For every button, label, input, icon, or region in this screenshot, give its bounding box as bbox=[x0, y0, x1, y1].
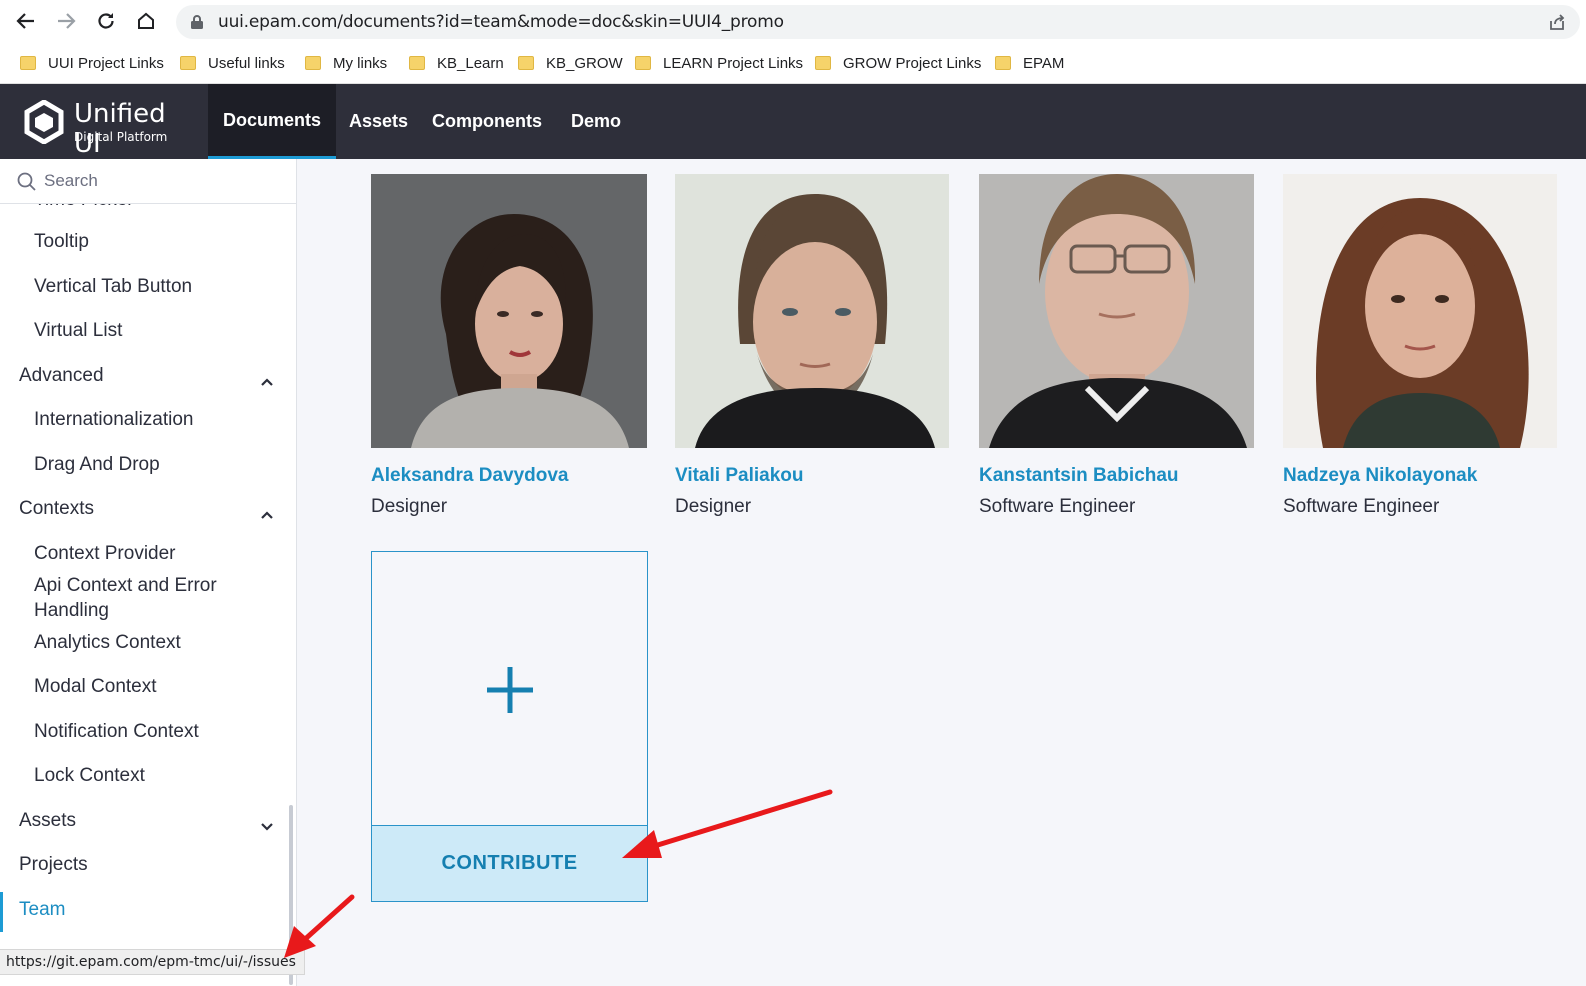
sidebar-group-label: Contexts bbox=[19, 498, 94, 519]
back-icon[interactable] bbox=[14, 9, 38, 33]
member-role: Designer bbox=[675, 496, 752, 517]
app-header: Unified UI Digital Platform Documents As… bbox=[0, 84, 1586, 159]
team-member-card: Nadzeya Nikolayonak Software Engineer bbox=[1283, 174, 1559, 517]
team-member-card: Vitali Paliakou Designer bbox=[675, 174, 951, 517]
sidebar-item-internationalization[interactable]: Internationalization bbox=[0, 409, 296, 431]
tab-documents[interactable]: Documents bbox=[208, 84, 337, 159]
search-box bbox=[0, 159, 296, 204]
member-role: Designer bbox=[371, 496, 448, 517]
member-photo bbox=[1283, 174, 1559, 448]
sidebar-item-virtual-list[interactable]: Virtual List bbox=[0, 320, 296, 342]
sidebar-item-lock-context[interactable]: Lock Context bbox=[0, 765, 296, 787]
sidebar-group-advanced[interactable]: Advanced bbox=[0, 365, 296, 387]
sidebar-item-tooltip[interactable]: Tooltip bbox=[0, 231, 296, 253]
member-name[interactable]: Aleksandra Davydova bbox=[371, 465, 569, 487]
address-bar[interactable]: uui.epam.com/documents?id=team&mode=doc&… bbox=[176, 5, 1580, 39]
folder-icon bbox=[815, 56, 831, 70]
sidebar-item-api-context[interactable]: Api Context and Error bbox=[0, 575, 296, 597]
folder-icon bbox=[305, 56, 321, 70]
contribute-card[interactable]: CONTRIBUTE bbox=[371, 551, 648, 902]
status-bar-url: https://git.epam.com/epm-tmc/ui/-/issues bbox=[0, 949, 305, 975]
reload-icon[interactable] bbox=[94, 9, 118, 33]
sidebar-item-notification-context[interactable]: Notification Context bbox=[0, 721, 296, 743]
member-photo bbox=[979, 174, 1255, 448]
bookmark-useful-links[interactable]: Useful links bbox=[180, 53, 285, 73]
sidebar-group-label: Advanced bbox=[19, 365, 104, 386]
chevron-down-icon[interactable] bbox=[260, 816, 274, 838]
member-role: Software Engineer bbox=[1283, 496, 1440, 517]
plus-icon[interactable] bbox=[485, 665, 535, 720]
sidebar-item-analytics-context[interactable]: Analytics Context bbox=[0, 632, 296, 654]
bookmarks-bar: UUI Project Links Useful links My links … bbox=[0, 42, 1586, 84]
folder-icon bbox=[180, 56, 196, 70]
sidebar-group-label: Assets bbox=[19, 810, 77, 831]
member-photo bbox=[675, 174, 951, 448]
bookmark-my-links[interactable]: My links bbox=[305, 53, 387, 73]
bookmark-learn-project-links[interactable]: LEARN Project Links bbox=[635, 53, 803, 73]
bookmark-uui-project-links[interactable]: UUI Project Links bbox=[20, 53, 164, 73]
contribute-button[interactable]: CONTRIBUTE bbox=[372, 825, 647, 901]
browser-toolbar: uui.epam.com/documents?id=team&mode=doc&… bbox=[0, 0, 1586, 42]
team-member-card: Aleksandra Davydova Designer bbox=[371, 174, 647, 517]
sidebar-group-contexts[interactable]: Contexts bbox=[0, 498, 296, 520]
chevron-up-icon[interactable] bbox=[260, 504, 274, 526]
sidebar-item-api-context-line2[interactable]: Handling bbox=[0, 600, 296, 622]
folder-icon bbox=[518, 56, 534, 70]
member-photo bbox=[371, 174, 647, 448]
chevron-up-icon[interactable] bbox=[260, 371, 274, 393]
tab-components[interactable]: Components bbox=[417, 84, 557, 159]
member-name[interactable]: Nadzeya Nikolayonak bbox=[1283, 465, 1477, 487]
tab-demo[interactable]: Demo bbox=[556, 84, 636, 159]
logo-icon bbox=[24, 100, 64, 144]
folder-icon bbox=[635, 56, 651, 70]
team-member-card: Kanstantsin Babichau Software Engineer bbox=[979, 174, 1255, 517]
sidebar-item-projects[interactable]: Projects bbox=[0, 854, 296, 876]
bookmark-grow-project-links[interactable]: GROW Project Links bbox=[815, 53, 981, 73]
lock-icon[interactable] bbox=[190, 14, 204, 35]
share-icon[interactable] bbox=[1548, 13, 1566, 36]
home-icon[interactable] bbox=[134, 9, 158, 33]
bookmark-epam[interactable]: EPAM bbox=[995, 53, 1064, 73]
member-name[interactable]: Vitali Paliakou bbox=[675, 465, 803, 487]
member-role: Software Engineer bbox=[979, 496, 1136, 517]
logo[interactable]: Unified UI Digital Platform bbox=[24, 98, 194, 159]
bookmark-kb-learn[interactable]: KB_Learn bbox=[409, 53, 504, 73]
sidebar-item-modal-context[interactable]: Modal Context bbox=[0, 676, 296, 698]
forward-icon[interactable] bbox=[54, 9, 78, 33]
sidebar-item-drag-and-drop[interactable]: Drag And Drop bbox=[0, 454, 296, 476]
folder-icon bbox=[20, 56, 36, 70]
sidebar: Time Picker Tooltip Vertical Tab Button … bbox=[0, 159, 297, 986]
member-name[interactable]: Kanstantsin Babichau bbox=[979, 465, 1179, 487]
sidebar-item-vertical-tab-button[interactable]: Vertical Tab Button bbox=[0, 276, 296, 298]
sidebar-item-context-provider[interactable]: Context Provider bbox=[0, 543, 296, 565]
logo-subtitle: Digital Platform bbox=[74, 130, 168, 144]
search-input[interactable] bbox=[44, 167, 284, 195]
sidebar-item-team[interactable]: Team bbox=[0, 899, 296, 921]
folder-icon bbox=[995, 56, 1011, 70]
logo-title: Unified UI bbox=[74, 99, 166, 159]
sidebar-group-assets[interactable]: Assets bbox=[0, 810, 296, 832]
arrow-icon bbox=[622, 789, 833, 858]
url-text[interactable]: uui.epam.com/documents?id=team&mode=doc&… bbox=[218, 12, 784, 32]
tab-assets[interactable]: Assets bbox=[334, 84, 423, 159]
bookmark-kb-grow[interactable]: KB_GROW bbox=[518, 53, 623, 73]
search-icon bbox=[17, 172, 37, 197]
folder-icon bbox=[409, 56, 425, 70]
